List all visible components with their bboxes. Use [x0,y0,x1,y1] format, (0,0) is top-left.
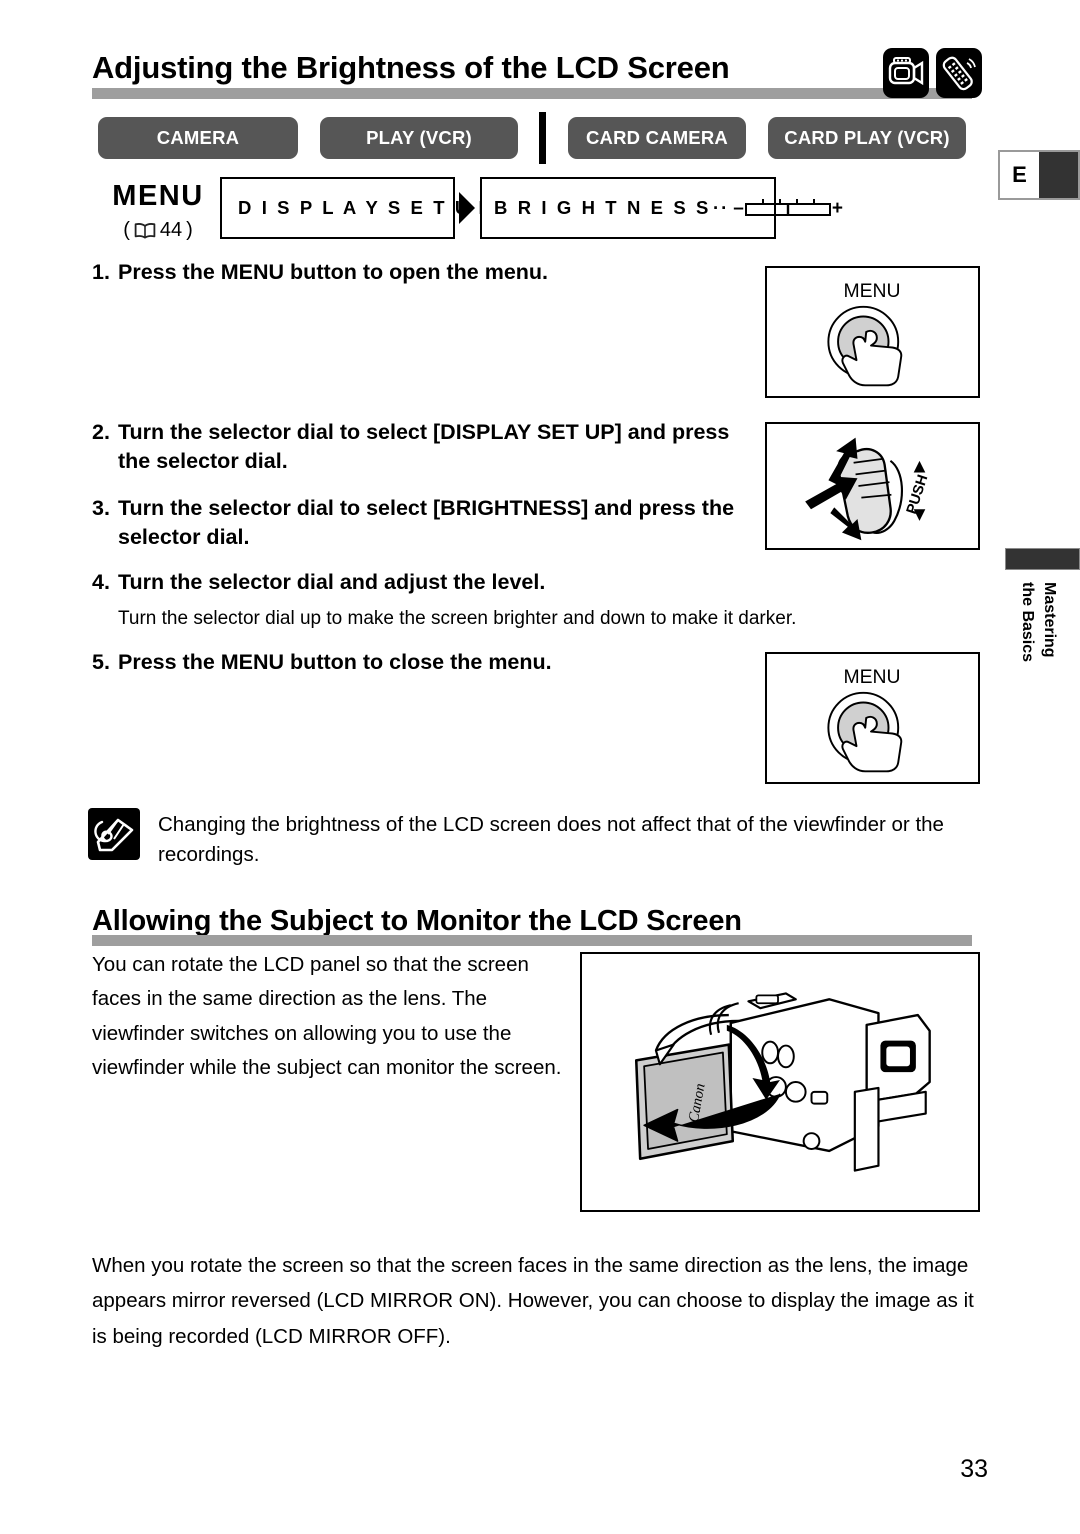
step-3-number: 3. [92,496,110,520]
side-tab-line-2: the Basics [1019,582,1036,663]
brightness-slider-bar-icon [744,196,831,221]
book-icon [134,222,156,239]
brightness-slider-plus: + [831,197,843,219]
menu-item-brightness-row: B R I G H T N E S S ·· – + [494,196,843,221]
header-mode-icons [883,48,982,98]
step-5-text: Press the MENU button to close the menu. [118,650,552,674]
mode-button-camera[interactable]: CAMERA [98,117,298,159]
mode-button-card-camera[interactable]: CARD CAMERA [568,117,746,159]
illustration-menu-button-close: MENU [765,652,980,784]
note-text: Changing the brightness of the LCD scree… [158,813,944,866]
section-2-body-left: You can rotate the LCD panel so that the… [92,953,562,1080]
menu-item-brightness: B R I G H T N E S S ·· – + [480,177,843,239]
section-2-title: Allowing the Subject to Monitor the LCD … [92,905,742,937]
mode-button-play-vcr[interactable]: PLAY (VCR) [320,117,518,159]
step-1-text: Press the MENU button to open the menu. [118,260,549,284]
step-2: 2. Turn the selector dial to select [DIS… [92,418,762,476]
paren-close: ) [186,219,193,241]
page-title-block: Adjusting the Brightness of the LCD Scre… [92,52,882,83]
illustration-menu-label-2: MENU [843,666,900,688]
side-tab-marker [1005,548,1080,570]
note-block: Changing the brightness of the LCD scree… [88,808,978,869]
section-2-body-bottom: When you rotate the screen so that the s… [92,1254,974,1348]
menu-reference-page: 44 [159,219,183,241]
title-underline-rule [92,88,972,99]
menu-item-brightness-label: B R I G H T N E S S [494,197,711,218]
brightness-leader-dots: ·· [712,197,730,218]
menu-path-arrow-icon [457,191,477,225]
mode-button-row: CAMERA PLAY (VCR) CARD CAMERA CARD PLAY … [98,112,966,164]
menu-word: MENU [112,180,204,212]
brightness-slider-minus: – [733,197,744,219]
side-tab-line-1: Mastering [1041,582,1058,658]
paren-open: ( [123,219,130,241]
step-4: 4. Turn the selector dial and adjust the… [92,568,752,597]
mode-button-card-play-vcr[interactable]: CARD PLAY (VCR) [768,117,966,159]
illustration-selector-dial: PUSH [765,422,980,550]
menu-path-label: MENU ( 44 ) [93,182,223,242]
step-4-number: 4. [92,570,110,594]
page-title: Adjusting the Brightness of the LCD Scre… [92,50,730,85]
illustration-camcorder-lcd-rotation: Canon [580,952,980,1212]
step-3: 3. Turn the selector dial to select [BRI… [92,494,752,552]
step-4-text: Turn the selector dial and adjust the le… [118,570,546,594]
language-tab-dark-block [1039,152,1078,198]
language-tab: E [998,150,1080,200]
step-2-number: 2. [92,420,110,444]
menu-page-reference: ( 44 ) [93,219,223,242]
language-tab-letter: E [1000,152,1039,198]
step-3-text: Turn the selector dial to select [BRIGHT… [118,496,735,550]
menu-item-display-set-up: D I S P L A Y S E T U P [220,177,491,239]
camcorder-icon [883,48,929,98]
step-1: 1. Press the MENU button to open the men… [92,258,752,287]
page-number: 33 [960,1455,988,1483]
mode-group-divider [539,112,546,164]
step-1-number: 1. [92,260,110,284]
step-2-text: Turn the selector dial to select [DISPLA… [118,420,730,474]
step-5: 5. Press the MENU button to close the me… [92,648,752,677]
remote-control-icon [936,48,982,98]
step-4-note: Turn the selector dial up to make the sc… [118,608,797,629]
brightness-slider[interactable]: – + [733,196,843,221]
manual-page: Adjusting the Brightness of the LCD Scre… [0,0,1080,1534]
section-2-underline-rule [92,935,972,946]
step-5-number: 5. [92,650,110,674]
illustration-menu-label-1: MENU [843,280,900,302]
note-pencil-icon [88,808,140,860]
menu-item-display-set-up-label: D I S P L A Y S E T U P [238,197,494,218]
side-tab-label: Mastering the Basics [1002,580,1080,760]
illustration-menu-button-open: MENU [765,266,980,398]
